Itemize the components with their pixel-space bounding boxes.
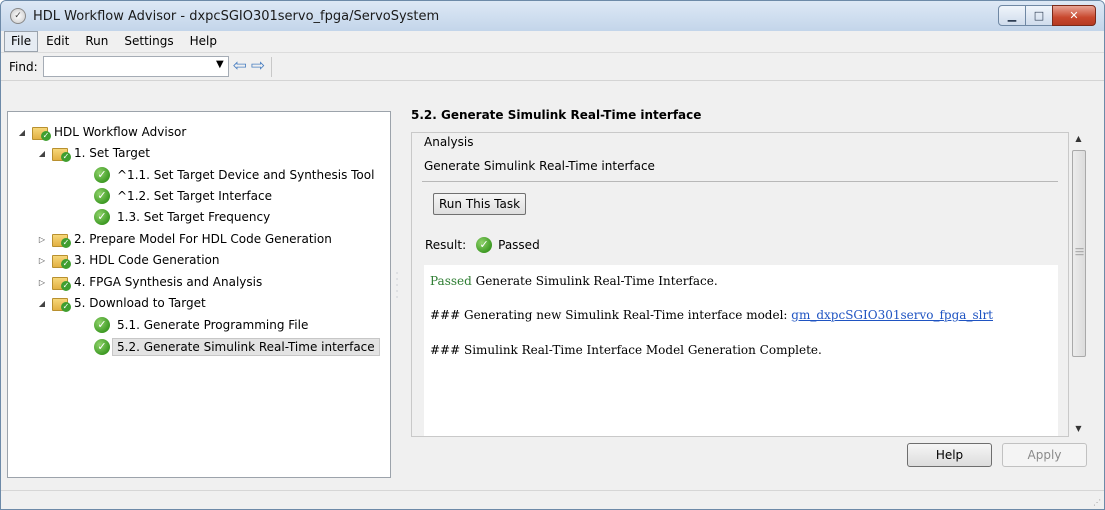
analysis-description: Generate Simulink Real-Time interface [424,159,655,173]
tree-item-label: 5.2. Generate Simulink Real-Time interfa… [112,338,380,356]
tree-item-hdl-code-generation[interactable]: ▷ ✓ 3. HDL Code Generation [36,250,220,270]
window-controls: ▁ □ ✕ [998,5,1096,26]
folder-check-icon: ✓ [52,296,71,312]
menu-edit[interactable]: Edit [38,32,77,51]
divider [422,181,1058,182]
report-line-complete: ### Simulink Real-Time Interface Model G… [430,343,822,357]
find-combobox[interactable]: ▼ [42,56,229,77]
help-button[interactable]: Help [907,443,992,467]
collapsed-triangle-icon[interactable]: ▷ [36,256,48,265]
tree-item-label: 4. FPGA Synthesis and Analysis [74,275,263,289]
passed-check-icon: ✓ [94,317,110,333]
window-title: HDL Workflow Advisor - dxpcSGIO301servo_… [33,8,440,24]
run-this-task-button[interactable]: Run This Task [433,193,527,215]
menu-file[interactable]: File [4,31,39,52]
folder-check-icon: ✓ [32,125,51,141]
tree-item-fpga-synthesis[interactable]: ▷ ✓ 4. FPGA Synthesis and Analysis [36,272,262,292]
report-line-passed: Passed Generate Simulink Real-Time Inter… [430,274,718,288]
passed-check-icon: ✓ [94,339,110,355]
tree-item-set-target-frequency[interactable]: ✓ 1.3. Set Target Frequency [94,207,270,227]
passed-check-icon: ✓ [94,209,110,225]
menu-help[interactable]: Help [182,32,225,51]
result-value: Passed [498,238,540,252]
maximize-icon: □ [1033,9,1045,22]
model-link[interactable]: gm_dxpcSGIO301servo_fpga_slrt [791,308,993,322]
resize-grip-icon[interactable]: ⋰ [1093,498,1101,507]
analysis-panel: Analysis Generate Simulink Real-Time int… [411,132,1069,437]
expanded-triangle-icon[interactable]: ◢ [36,299,48,308]
scroll-up-icon[interactable]: ▲ [1070,134,1087,143]
tree-item-set-target-device[interactable]: ✓ ^1.1. Set Target Device and Synthesis … [94,165,374,185]
task-tree: ◢ ✓ HDL Workflow Advisor ◢ ✓ 1. Set Targ… [7,111,391,478]
folder-check-icon: ✓ [52,146,71,162]
title-bar: ✓ HDL Workflow Advisor - dxpcSGIO301serv… [1,1,1104,31]
tree-item-generate-programming-file[interactable]: ✓ 5.1. Generate Programming File [94,315,308,335]
dropdown-arrow-icon[interactable]: ▼ [216,59,224,70]
minimize-button[interactable]: ▁ [998,5,1026,26]
collapsed-triangle-icon[interactable]: ▷ [36,278,48,287]
folder-check-icon: ✓ [52,232,71,248]
tree-item-label: 1. Set Target [74,146,150,160]
passed-text: Generate Simulink Real-Time Interface. [471,274,718,288]
result-row: Result: ✓ Passed [425,237,540,253]
expanded-triangle-icon[interactable]: ◢ [16,128,28,137]
close-icon: ✕ [1069,9,1079,22]
tree-item-label: ^1.2. Set Target Interface [117,189,272,203]
folder-check-icon: ✓ [52,253,71,269]
maximize-button[interactable]: □ [1025,5,1053,26]
passed-check-icon: ✓ [476,237,493,253]
scroll-grip-icon: — — — [1075,244,1084,260]
hdl-workflow-advisor-window: ✓ HDL Workflow Advisor - dxpcSGIO301serv… [0,0,1105,510]
tree-item-label: 3. HDL Code Generation [74,253,220,267]
expanded-triangle-icon[interactable]: ◢ [36,149,48,158]
tree-item-set-target[interactable]: ◢ ✓ 1. Set Target [36,143,150,163]
collapsed-triangle-icon[interactable]: ▷ [36,235,48,244]
main-area: ◢ ✓ HDL Workflow Advisor ◢ ✓ 1. Set Targ… [1,81,1104,509]
find-toolbar: Find: ▼ ⇦ ⇨ [1,53,1104,81]
matlab-app-icon: ✓ [10,8,26,24]
tree-item-label: 2. Prepare Model For HDL Code Generation [74,232,332,246]
tree-item-download-to-target[interactable]: ◢ ✓ 5. Download to Target [36,293,206,313]
tree-item-label: HDL Workflow Advisor [54,125,187,139]
passed-check-icon: ✓ [94,167,110,183]
generating-text: ### Generating new Simulink Real-Time in… [430,308,792,322]
find-next-icon[interactable]: ⇨ [251,57,265,76]
folder-check-icon: ✓ [52,275,71,291]
menu-settings[interactable]: Settings [116,32,181,51]
tree-item-set-target-interface[interactable]: ✓ ^1.2. Set Target Interface [94,186,272,206]
find-previous-icon[interactable]: ⇦ [233,57,247,76]
minimize-icon: ▁ [1007,9,1017,22]
report-line-generating: ### Generating new Simulink Real-Time in… [430,308,993,322]
passed-word: Passed [430,274,472,288]
tree-item-label: 5.1. Generate Programming File [117,318,309,332]
scroll-down-icon[interactable]: ▼ [1070,424,1087,433]
status-bar: ⋰ [1,490,1104,509]
panel-splitter[interactable]: · · · · · [394,270,400,302]
toolbar-separator [271,56,273,77]
menu-run[interactable]: Run [77,32,116,51]
find-label: Find: [9,59,38,74]
find-input[interactable] [43,57,220,74]
vertical-scrollbar[interactable]: ▲ — — — ▼ [1070,132,1087,435]
result-label: Result: [425,238,467,252]
analysis-legend: Analysis [424,135,474,149]
menu-bar: File Edit Run Settings Help [1,31,1104,53]
tree-item-label: ^1.1. Set Target Device and Synthesis To… [117,168,375,182]
apply-button[interactable]: Apply [1002,443,1087,467]
tree-item-prepare-model[interactable]: ▷ ✓ 2. Prepare Model For HDL Code Genera… [36,229,332,249]
tree-item-hdl-workflow-advisor[interactable]: ◢ ✓ HDL Workflow Advisor [16,122,186,142]
close-button[interactable]: ✕ [1052,5,1096,26]
tree-item-generate-slrt-interface[interactable]: ✓ 5.2. Generate Simulink Real-Time inter… [94,337,380,357]
task-title: 5.2. Generate Simulink Real-Time interfa… [411,108,702,122]
tree-item-label: 1.3. Set Target Frequency [117,210,271,224]
passed-check-icon: ✓ [94,188,110,204]
tree-item-label: 5. Download to Target [74,296,206,310]
result-report: Passed Generate Simulink Real-Time Inter… [424,265,1058,436]
